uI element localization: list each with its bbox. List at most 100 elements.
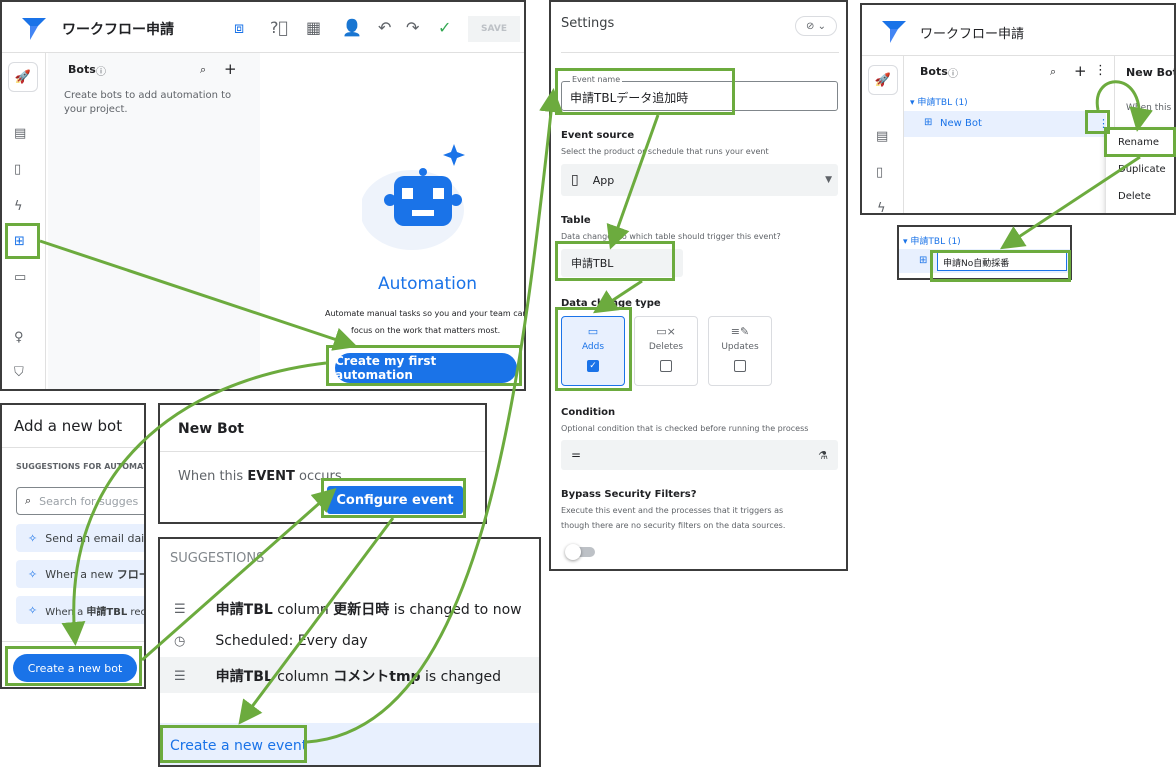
settings-divider (561, 52, 839, 53)
deletes-label: Deletes (648, 342, 684, 352)
add-icon[interactable]: + (1074, 62, 1087, 80)
highlight-create-bot (5, 646, 142, 686)
phone-icon[interactable]: ▯ (876, 165, 883, 180)
robot-illustration (362, 144, 465, 250)
suggestion-search[interactable]: ⌕ Search for sugges (16, 487, 144, 515)
suggestion-3-post: rec (127, 606, 146, 618)
app-logo (882, 21, 906, 43)
chat-icon[interactable]: ▭ (14, 270, 26, 285)
redo-icon[interactable]: ↷ (406, 18, 419, 37)
deletes-option[interactable]: ▭× Deletes (634, 316, 698, 386)
updates-option[interactable]: ≡✎ Updates (708, 316, 772, 386)
sparkle-icon: ✧ (28, 531, 38, 545)
event-row-icon: ☰ (174, 668, 186, 684)
bolt-icon[interactable]: ϟ (14, 199, 23, 214)
updates-label: Updates (721, 342, 759, 352)
when-pre: When this (178, 469, 248, 484)
row2-text: Scheduled: Every day (215, 633, 368, 649)
condition-desc: Optional condition that is checked befor… (561, 424, 809, 433)
sparkle-icon: ✧ (28, 567, 38, 581)
shield-icon[interactable]: ⛉ (14, 365, 24, 380)
table-icon[interactable]: ▤ (876, 129, 888, 144)
event-source-label: Event source (561, 130, 635, 141)
more-vert-icon[interactable]: ⋮ (1094, 63, 1107, 78)
chevron-down-icon: ▼ (825, 175, 832, 185)
row3-t2: column (272, 669, 334, 685)
event-source-desc: Select the product or schedule that runs… (561, 147, 769, 156)
phone-icon[interactable]: ▯ (14, 162, 21, 177)
suggestion-3-pre: When a (45, 606, 87, 618)
row1-t1: 申請TBL (215, 602, 273, 618)
when-bold: EVENT (247, 469, 295, 484)
rocket-icon[interactable]: 🚀 (868, 65, 898, 95)
menu-duplicate[interactable]: Duplicate (1118, 164, 1166, 175)
tree-item-selected[interactable] (904, 111, 1106, 137)
search-placeholder: Search for sugges (39, 494, 139, 508)
row3-t4: is changed (420, 669, 502, 685)
automation-desc-1: Automate manual tasks so you and your te… (325, 309, 526, 318)
list-item[interactable]: ◷ Scheduled: Every day (174, 633, 368, 649)
suggestions-title: SUGGESTIONS (170, 551, 265, 566)
updates-icon: ≡✎ (730, 325, 750, 338)
deletes-checkbox[interactable] (660, 360, 672, 372)
table-label: Table (561, 215, 591, 226)
event-source-select[interactable]: ▯ App ▼ (561, 164, 838, 196)
app-title: ワークフロー申請 (62, 22, 174, 38)
flask-icon[interactable]: ⚗ (818, 449, 828, 462)
help-icon[interactable]: ?⃝ (270, 18, 288, 37)
condition-input[interactable]: = ⚗ (561, 440, 838, 470)
tree-group[interactable]: ▾ 申請TBL (1) (910, 95, 968, 108)
suggestion-2-text: When a new フロー (45, 566, 144, 582)
bypass-label: Bypass Security Filters? (561, 489, 697, 500)
grid-icon[interactable]: ▦ (306, 18, 321, 37)
table-icon[interactable]: ▤ (14, 126, 26, 141)
bolt-icon[interactable]: ϟ (877, 201, 886, 213)
tree-item-label: New Bot (940, 118, 982, 129)
save-button[interactable]: SAVE (468, 16, 520, 42)
phone-icon: ▯ (571, 172, 579, 188)
highlight-adds (555, 307, 632, 391)
row1-t4: is changed to now (389, 602, 522, 618)
add-bot-footer-divider (2, 641, 144, 642)
rocket-icon[interactable]: 🚀 (8, 62, 38, 92)
left-rail (2, 53, 46, 389)
rename-group[interactable]: ▾ 申請TBL (1) (903, 234, 961, 247)
menu-delete[interactable]: Delete (1118, 191, 1151, 202)
when-event-text: When this EVENT occurs (178, 469, 342, 484)
suggestion-item[interactable]: ✧ When a new フロー (16, 560, 144, 588)
preview-icon[interactable]: ⧈ (234, 18, 244, 38)
when-this-text: When this (1126, 103, 1172, 113)
highlight-configure (321, 478, 466, 518)
list-item[interactable]: ☰ 申請TBL column 更新日時 is changed to now (174, 599, 522, 619)
updates-checkbox[interactable] (734, 360, 746, 372)
tree-panel: ワークフロー申請 🚀 ▤ ▯ ϟ Bots ⓘ ⌕ + ⋮ ▾ 申請TBL (1… (860, 3, 1176, 215)
automation-title: Automation (378, 274, 478, 294)
table-desc: Data changes to which table should trigg… (561, 232, 781, 241)
tree-group-label: 申請TBL (1) (917, 98, 968, 108)
robot-icon: ⊞ (919, 255, 928, 266)
deletes-icon: ▭× (656, 325, 676, 338)
check-icon[interactable]: ✓ (438, 18, 451, 37)
sparkle-icon: ✧ (28, 603, 38, 617)
bots-panel: ワークフロー申請 ⧈ ?⃝ ▦ 👤 ↶ ↷ ✓ SAVE 🚀 ▤ ▯ ϟ ⊞ ▭… (0, 0, 526, 391)
toggle-knob (565, 544, 581, 560)
suggestion-item[interactable]: ✧ When a 申請TBL rec (16, 596, 146, 624)
condition-value: = (571, 448, 582, 462)
search-icon[interactable]: ⌕ (1050, 65, 1056, 79)
search-icon[interactable]: ⌕ (200, 63, 206, 77)
undo-icon[interactable]: ↶ (378, 18, 391, 37)
list-item[interactable]: ☰ 申請TBL column コメントtmp is changed (174, 666, 501, 686)
link-off-toggle[interactable]: ⊘ ⌄ (795, 16, 837, 36)
event-source-value: App (592, 173, 615, 187)
bypass-toggle[interactable] (565, 544, 595, 560)
app-logo (22, 18, 46, 40)
highlight-table (555, 241, 675, 281)
suggestion-item[interactable]: ✧ Send an email daily (16, 524, 144, 552)
bots-title: Bots (68, 63, 96, 76)
add-user-icon[interactable]: 👤 (342, 18, 362, 37)
bulb-icon[interactable]: ♀ (14, 330, 24, 345)
highlight-create-first (326, 345, 522, 386)
highlight-rename-input (930, 250, 1071, 282)
tree-bots-title: Bots (920, 65, 948, 78)
add-icon[interactable]: + (224, 60, 237, 78)
